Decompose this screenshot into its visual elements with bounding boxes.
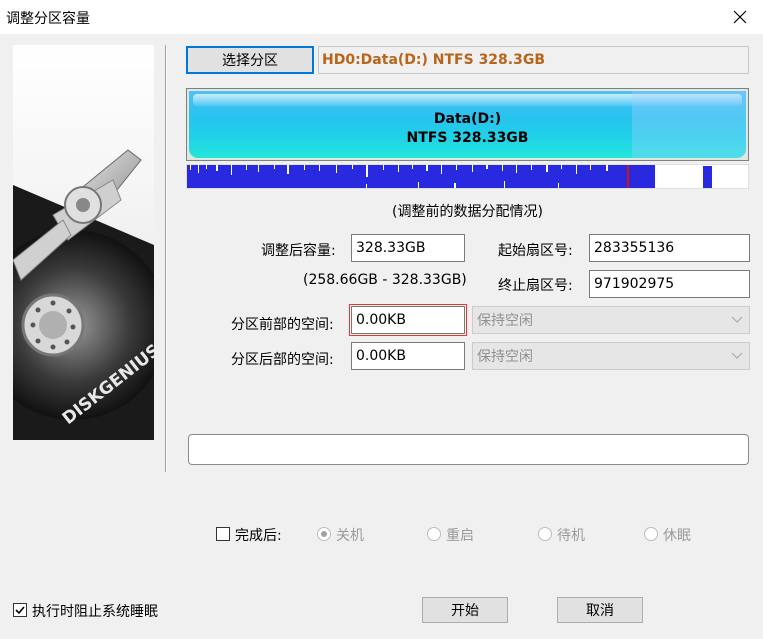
vertical-divider [165, 45, 166, 472]
size-range-text: (258.66GB - 328.33GB) [303, 272, 467, 288]
window-title: 调整分区容量 [6, 11, 90, 27]
partition-path: HD0:Data(D:) NTFS 328.3GB [318, 46, 749, 74]
radio-hibernate-label: 休眠 [663, 528, 691, 544]
radio-hibernate[interactable] [644, 527, 658, 541]
space-after-label: 分区后部的空间: [231, 352, 334, 368]
radio-standby-label: 待机 [557, 528, 585, 544]
chevron-down-icon [731, 352, 743, 359]
title-bar: 调整分区容量 [0, 0, 763, 34]
hard-disk-illustration: DISKGENIUS [13, 45, 154, 440]
space-before-input[interactable]: 0.00KB [349, 304, 467, 336]
hard-disk-icon: DISKGENIUS [13, 149, 154, 440]
data-distribution-map [186, 164, 749, 189]
cancel-button[interactable]: 取消 [557, 597, 643, 623]
space-after-mode-value: 保持空闲 [477, 349, 533, 365]
space-before-label: 分区前部的空间: [231, 317, 334, 333]
space-before-mode-select[interactable]: 保持空闲 [472, 306, 750, 334]
close-icon [733, 10, 747, 24]
prevent-sleep-label: 执行时阻止系统睡眠 [32, 604, 158, 620]
partition-bar[interactable]: Data(D:) NTFS 328.33GB [186, 88, 749, 161]
space-after-input[interactable]: 0.00KB [351, 342, 465, 370]
radio-restart-label: 重启 [446, 528, 474, 544]
partition-name: Data(D:) [433, 111, 502, 127]
close-button[interactable] [717, 0, 763, 34]
radio-restart[interactable] [427, 527, 441, 541]
size-after-label: 调整后容量: [261, 243, 336, 259]
chevron-down-icon [731, 316, 743, 323]
end-sector-input[interactable]: 971902975 [589, 270, 750, 298]
space-after-mode-select[interactable]: 保持空闲 [472, 342, 750, 370]
size-after-input[interactable]: 328.33GB [351, 234, 465, 262]
progress-bar [188, 434, 749, 465]
radio-shutdown-label: 关机 [336, 528, 364, 544]
checkmark-icon [15, 606, 25, 615]
completion-checkbox[interactable] [216, 527, 230, 541]
completion-label: 完成后: [235, 528, 282, 544]
space-before-mode-value: 保持空闲 [477, 313, 533, 329]
radio-standby[interactable] [538, 527, 552, 541]
start-button[interactable]: 开始 [422, 597, 508, 623]
prevent-sleep-checkbox[interactable] [13, 603, 27, 617]
data-caption: (调整前的数据分配情况) [392, 204, 543, 220]
radio-shutdown[interactable] [317, 527, 331, 541]
select-partition-button[interactable]: 选择分区 [186, 46, 314, 74]
start-sector-input[interactable]: 283355136 [589, 234, 750, 262]
partition-fs-size: NTFS 328.33GB [406, 130, 529, 146]
start-sector-label: 起始扇区号: [498, 243, 573, 259]
end-sector-label: 终止扇区号: [498, 278, 573, 294]
